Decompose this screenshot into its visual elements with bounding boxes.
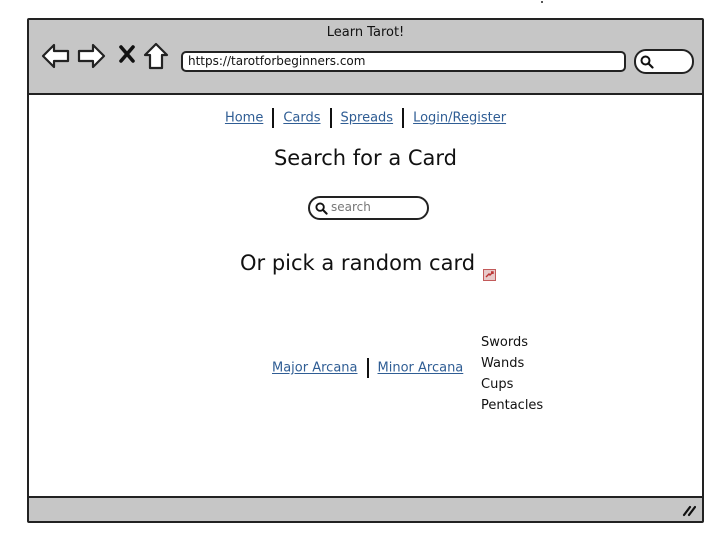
nav-login-register-link[interactable]: Login/Register [413,111,506,126]
stray-dot [541,1,543,3]
back-arrow-icon[interactable] [41,42,71,74]
major-arcana-link[interactable]: Major Arcana [272,361,358,376]
browser-chrome: Learn Tarot! https://tarotforbeginners.c… [29,20,702,95]
browser-search-field[interactable] [634,49,694,74]
forward-arrow-icon[interactable] [76,42,106,74]
minor-arcana-link[interactable]: Minor Arcana [378,361,464,376]
shuffle-icon[interactable] [483,266,496,285]
nav-divider [402,108,405,128]
close-icon[interactable] [118,44,136,68]
status-bar [29,496,702,521]
resize-grip-icon[interactable] [680,502,697,521]
card-search-input[interactable]: search [308,196,429,220]
random-card-heading: Or pick a random card [240,251,476,275]
arcana-divider [366,358,369,378]
nav-divider [329,108,332,128]
home-icon[interactable] [143,42,169,74]
suit-item-swords[interactable]: Swords [481,332,543,353]
search-icon [640,55,654,69]
nav-spreads-link[interactable]: Spreads [341,111,394,126]
search-icon [315,202,328,215]
search-heading: Search for a Card [273,146,458,170]
suit-item-wands[interactable]: Wands [481,353,543,374]
suit-item-cups[interactable]: Cups [481,374,543,395]
search-placeholder: search [331,200,371,214]
main-navigation: Home Cards Spreads Login/Register [29,108,702,128]
nav-home-link[interactable]: Home [225,111,263,126]
address-bar[interactable]: https://tarotforbeginners.com [181,51,626,72]
browser-window: Learn Tarot! https://tarotforbeginners.c… [27,18,704,523]
suit-list: Swords Wands Cups Pentacles [481,332,543,416]
suit-item-pentacles[interactable]: Pentacles [481,395,543,416]
nav-cards-link[interactable]: Cards [283,111,320,126]
window-title: Learn Tarot! [326,25,405,40]
nav-divider [272,108,275,128]
arcana-links: Major Arcana Minor Arcana [272,358,463,378]
